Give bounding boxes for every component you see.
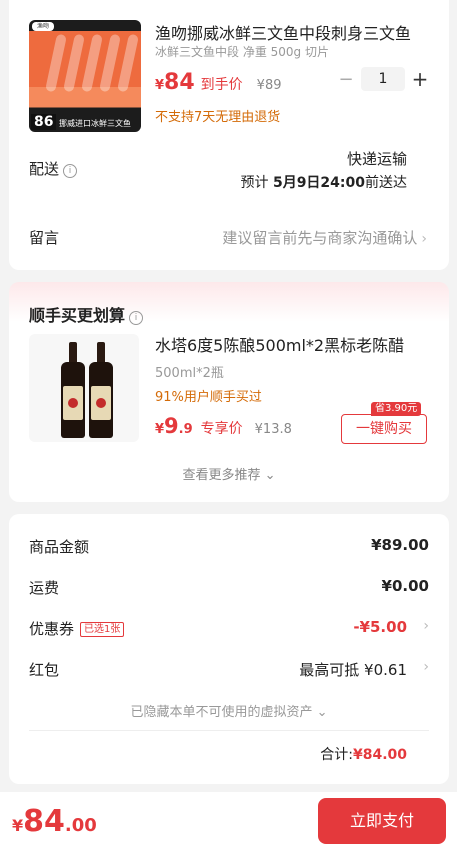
- pay-amount-dec: .00: [64, 815, 97, 836]
- goods-amount-value: ¥89.00: [371, 536, 429, 554]
- price-currency: ¥: [155, 422, 165, 437]
- recommend-product-image[interactable]: [29, 334, 139, 442]
- product-spec: 冰鲜三文鱼中段 净重 500g 切片: [155, 45, 329, 59]
- pay-currency: ¥: [12, 816, 24, 835]
- delivery-label: 配送: [29, 160, 60, 178]
- recommend-price: ¥ 9 .9 专享价 ¥13.8: [155, 414, 292, 438]
- pay-amount: ¥ 84 .00: [12, 804, 97, 839]
- eta-prefix: 预计: [240, 175, 269, 191]
- product-price: ¥ 84 到手价 ¥89: [155, 70, 282, 96]
- product-image[interactable]: 渔吻 86 挪威进口冰鲜三文鱼: [29, 20, 141, 132]
- one-click-buy-button[interactable]: 一键购买: [341, 414, 427, 444]
- recommend-bought-text: 91%用户顺手买过: [155, 390, 262, 405]
- price-tag: 到手价: [200, 77, 243, 93]
- recommend-product-title[interactable]: 水塔6度5陈酿500ml*2黑标老陈醋: [155, 332, 431, 356]
- red-packet-row[interactable]: 红包 最高可抵 ¥0.61 ›: [29, 659, 429, 681]
- minus-icon[interactable]: −: [337, 69, 355, 90]
- coupon-row[interactable]: 优惠券 已选1张 -¥5.00 ›: [29, 618, 429, 640]
- delivery-row: 配送 i: [29, 158, 78, 179]
- quantity-stepper: − 1 +: [337, 67, 429, 91]
- red-packet-label: 红包: [29, 661, 60, 679]
- pay-now-button[interactable]: 立即支付: [318, 798, 446, 844]
- pay-amount-int: 84: [23, 804, 65, 839]
- delivery-eta: 预计 5月9日24:00前送达: [241, 172, 408, 192]
- chevron-down-icon: ⌄: [264, 468, 276, 483]
- quantity-input[interactable]: 1: [361, 67, 405, 91]
- original-price: ¥89: [256, 78, 282, 93]
- recommend-title-text: 顺手买更划算: [29, 306, 126, 325]
- product-title[interactable]: 渔吻挪威冰鲜三文鱼中段刺身三文鱼: [155, 20, 425, 44]
- order-item-card: 渔吻 86 挪威进口冰鲜三文鱼 渔吻挪威冰鲜三文鱼中段刺身三文鱼 冰鲜三文鱼中段…: [9, 0, 449, 270]
- coupon-selected-badge: 已选1张: [80, 622, 125, 637]
- price-tag: 专享价: [200, 421, 243, 437]
- message-label: 留言: [29, 229, 60, 247]
- order-total: 合计:¥84.00: [320, 744, 407, 764]
- price-summary-card: 商品金额 ¥89.00 运费 ¥0.00 优惠券 已选1张 -¥5.00 › 红包…: [9, 514, 449, 784]
- total-value: ¥84.00: [352, 747, 407, 763]
- message-placeholder: 建议留言前先与商家沟通确认: [222, 229, 418, 247]
- coupon-label: 优惠券: [29, 620, 75, 638]
- return-policy: 不支持7天无理由退货: [155, 110, 281, 125]
- hidden-assets-toggle[interactable]: 已隐藏本单不可使用的虚拟资产 ⌄: [9, 701, 449, 720]
- recommend-section-title: 顺手买更划算 i: [29, 302, 144, 326]
- chevron-right-icon: ›: [423, 618, 429, 634]
- eta-date: 5月9日24:00: [272, 175, 365, 191]
- chevron-down-icon: ⌄: [316, 705, 328, 720]
- product-image-logo: 渔吻: [32, 22, 54, 31]
- price-int: 9: [164, 414, 179, 438]
- product-image-caption: 挪威进口冰鲜三文鱼: [59, 119, 131, 128]
- info-icon[interactable]: i: [129, 311, 144, 325]
- recommend-product-spec: 500ml*2瓶: [155, 366, 224, 381]
- info-icon[interactable]: i: [63, 164, 78, 178]
- hidden-assets-label: 已隐藏本单不可使用的虚拟资产: [130, 705, 313, 720]
- checkout-bar: ¥ 84 .00 立即支付: [0, 792, 457, 864]
- price-currency: ¥: [155, 78, 165, 93]
- chevron-right-icon: ›: [421, 231, 427, 247]
- chevron-right-icon: ›: [423, 659, 429, 675]
- shipping-fee-value: ¥0.00: [381, 577, 429, 595]
- message-field[interactable]: 建议留言前先与商家沟通确认 ›: [222, 227, 427, 248]
- divider: [29, 730, 429, 731]
- shipping-fee-label: 运费: [29, 579, 60, 597]
- original-price: ¥13.8: [254, 422, 292, 437]
- red-packet-value: 最高可抵 ¥0.61: [299, 661, 407, 679]
- shipping-fee-row: 运费 ¥0.00: [29, 577, 429, 599]
- eta-suffix: 前送达: [365, 175, 407, 191]
- delivery-method: 快递运输: [346, 150, 407, 168]
- price-dec: .9: [178, 422, 193, 437]
- coupon-value: -¥5.00: [353, 618, 407, 636]
- recommend-card: 顺手买更划算 i 水塔6度5陈酿500ml*2黑标老陈醋 500ml*2瓶 91%…: [9, 282, 449, 502]
- product-image-badge: 86: [31, 114, 57, 130]
- price-value: 84: [164, 70, 195, 95]
- more-recommend-label: 查看更多推荐: [182, 468, 261, 483]
- goods-amount-label: 商品金额: [29, 538, 90, 556]
- goods-amount-row: 商品金额 ¥89.00: [29, 536, 429, 558]
- more-recommend-link[interactable]: 查看更多推荐 ⌄: [9, 464, 449, 483]
- plus-icon[interactable]: +: [411, 67, 429, 91]
- total-label: 合计:: [320, 747, 353, 763]
